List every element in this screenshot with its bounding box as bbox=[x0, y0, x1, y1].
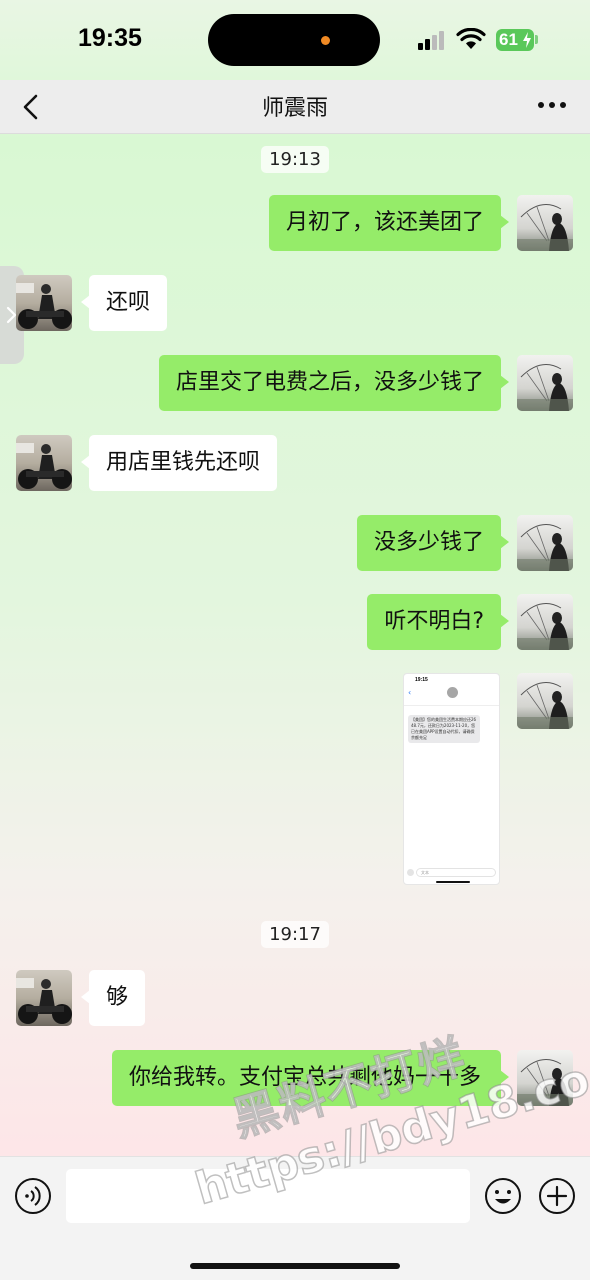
message-bubble-sent[interactable]: 没多少钱了 bbox=[356, 515, 510, 571]
plus-icon[interactable] bbox=[538, 1177, 576, 1215]
message-bubble-received[interactable]: 用店里钱先还呗 bbox=[80, 435, 278, 491]
timestamp: 19:13 bbox=[0, 146, 590, 173]
timestamp: 19:17 bbox=[0, 921, 590, 948]
my-avatar[interactable] bbox=[517, 195, 573, 251]
thumb-divider bbox=[404, 705, 499, 706]
contact-avatar[interactable] bbox=[16, 435, 72, 491]
thumb-home-indicator bbox=[436, 881, 470, 883]
my-avatar[interactable] bbox=[517, 515, 573, 571]
status-time: 19:35 bbox=[78, 24, 142, 52]
message-bubble-sent[interactable]: 店里交了电费之后，没多少钱了 bbox=[158, 355, 510, 411]
dynamic-island bbox=[208, 14, 380, 66]
chat-header: 师震雨 bbox=[0, 80, 590, 134]
chat-title: 师震雨 bbox=[261, 96, 328, 121]
thumb-input: 文本 bbox=[416, 868, 496, 877]
voice-icon[interactable] bbox=[14, 1177, 52, 1215]
thumb-back-icon: ‹ bbox=[408, 688, 412, 697]
emoji-icon[interactable] bbox=[484, 1177, 522, 1215]
status-bar: 19:35 61 bbox=[0, 0, 590, 80]
my-avatar[interactable] bbox=[517, 355, 573, 411]
battery-level: 61 bbox=[499, 30, 518, 49]
contact-avatar[interactable] bbox=[16, 970, 72, 1026]
wifi-icon bbox=[456, 28, 486, 49]
more-dots-icon[interactable] bbox=[538, 100, 566, 110]
thumb-plus-icon bbox=[407, 869, 414, 876]
thumb-sms-text: 【美团】您的美团生活费本期应还2648.7元，还款日为2023-11-20，您已… bbox=[408, 715, 480, 743]
recording-indicator bbox=[321, 36, 330, 45]
contact-avatar[interactable] bbox=[16, 275, 72, 331]
battery-indicator: 61 bbox=[496, 29, 534, 51]
my-avatar[interactable] bbox=[517, 673, 573, 729]
message-bubble-sent[interactable]: 月初了，该还美团了 bbox=[268, 195, 510, 251]
home-indicator bbox=[190, 1263, 400, 1269]
message-bubble-sent[interactable]: 听不明白? bbox=[367, 594, 509, 650]
thumb-status-time: 19:15 bbox=[415, 677, 428, 683]
thumb-avatar bbox=[447, 687, 458, 698]
my-avatar[interactable] bbox=[517, 594, 573, 650]
message-bubble-received[interactable]: 还呗 bbox=[80, 275, 168, 331]
cellular-signal-icon bbox=[418, 30, 448, 50]
image-message-screenshot[interactable]: 19:15 ‹ 【美团】您的美团生活费本期应还2648.7元，还款日为2023-… bbox=[403, 673, 500, 885]
battery-cap bbox=[535, 35, 538, 44]
charging-bolt-icon bbox=[523, 32, 531, 48]
message-bubble-received[interactable]: 够 bbox=[80, 970, 146, 1026]
